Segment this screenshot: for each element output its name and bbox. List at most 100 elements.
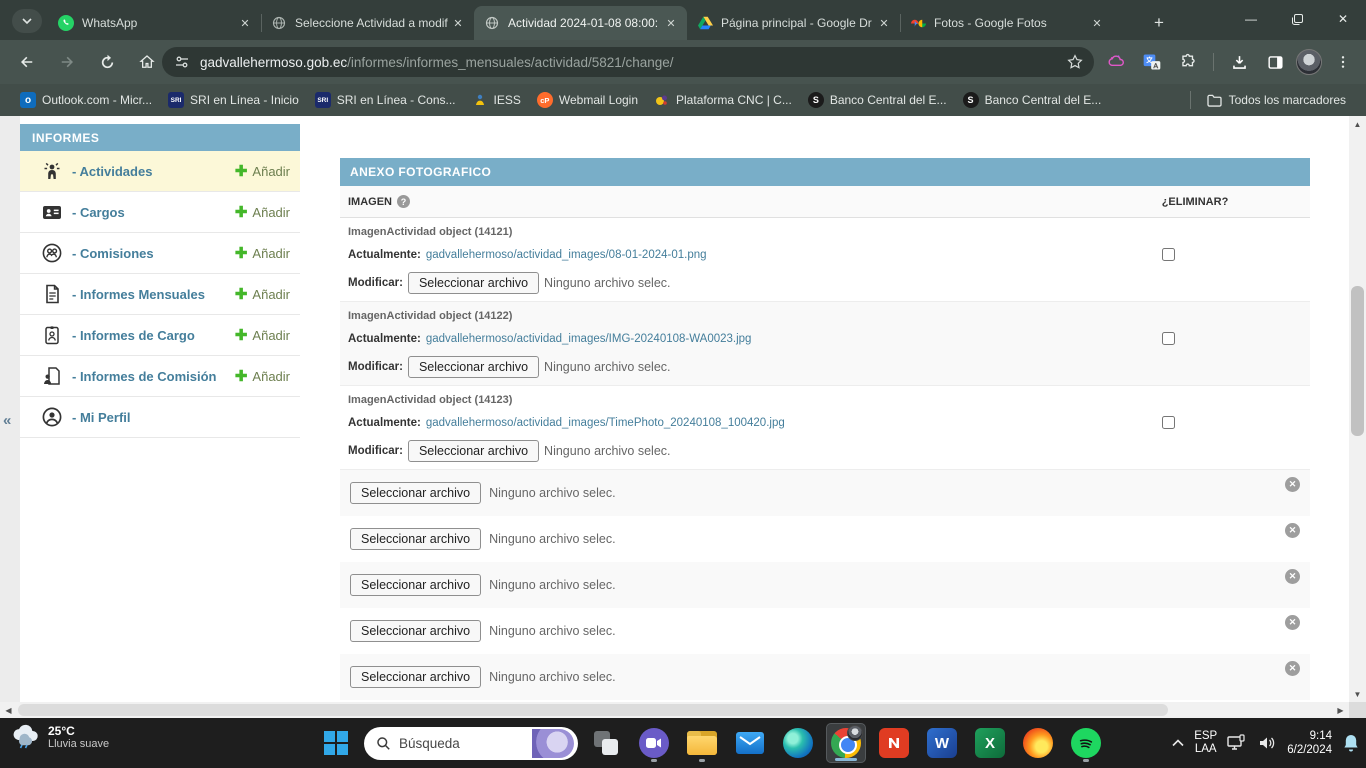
window-minimize-button[interactable]: —	[1228, 0, 1274, 38]
tray-chevron-up[interactable]	[1172, 739, 1184, 747]
seleccionar-archivo-button[interactable]: Seleccionar archivo	[408, 440, 539, 462]
tab-seleccione-actividad[interactable]: Seleccione Actividad a modif ✕	[261, 6, 474, 40]
home-button[interactable]	[132, 47, 162, 77]
window-close-button[interactable]: ✕	[1320, 0, 1366, 38]
delete-checkbox[interactable]	[1162, 332, 1175, 345]
tab-search-button[interactable]	[12, 9, 42, 33]
window-maximize-button[interactable]	[1274, 0, 1320, 38]
sidebar-item-informes-mensuales[interactable]: - Informes Mensuales ✚Añadir	[20, 274, 300, 315]
add-informe-cargo-link[interactable]: ✚Añadir	[235, 326, 290, 344]
downloads-button[interactable]	[1224, 47, 1254, 77]
remove-row-icon[interactable]: ✕	[1285, 615, 1300, 630]
notification-bell-icon[interactable]	[1342, 733, 1360, 753]
pdf-app-button[interactable]	[874, 723, 914, 763]
horizontal-scroll-thumb[interactable]	[18, 704, 1168, 716]
add-comision-link[interactable]: ✚Añadir	[235, 244, 290, 262]
bookmark-sri-inicio[interactable]: SRISRI en Línea - Inicio	[160, 88, 307, 112]
seleccionar-archivo-button[interactable]: Seleccionar archivo	[350, 482, 481, 504]
scroll-left-arrow[interactable]: ◀	[0, 702, 17, 718]
bookmark-banco-central-1[interactable]: SBanco Central del E...	[800, 88, 955, 112]
spotify-app-button[interactable]	[1066, 723, 1106, 763]
language-indicator[interactable]: ESPLAA	[1194, 730, 1217, 756]
seleccionar-archivo-button[interactable]: Seleccionar archivo	[408, 272, 539, 294]
vertical-scrollbar[interactable]: ▲ ▼	[1349, 116, 1366, 702]
current-file-link[interactable]: gadvallehermoso/actividad_images/08-01-2…	[426, 249, 707, 261]
seleccionar-archivo-button[interactable]: Seleccionar archivo	[350, 528, 481, 550]
remove-row-icon[interactable]: ✕	[1285, 477, 1300, 492]
remove-row-icon[interactable]: ✕	[1285, 523, 1300, 538]
sidebar-item-informes-de-cargo[interactable]: - Informes de Cargo ✚Añadir	[20, 315, 300, 356]
scroll-up-arrow[interactable]: ▲	[1349, 116, 1366, 132]
address-bar[interactable]: gadvallehermoso.gob.ec/informes/informes…	[162, 47, 1094, 77]
horizontal-scrollbar[interactable]: ◀ ▶	[0, 702, 1349, 718]
all-bookmarks-button[interactable]: Todos los marcadores	[1199, 88, 1354, 112]
bookmark-banco-central-2[interactable]: SBanco Central del E...	[955, 88, 1110, 112]
current-file-link[interactable]: gadvallehermoso/actividad_images/IMG-202…	[426, 333, 752, 345]
tab-actividad-active[interactable]: Actividad 2024-01-08 08:00: ✕	[474, 6, 687, 40]
edge-browser-button[interactable]	[778, 723, 818, 763]
seleccionar-archivo-button[interactable]: Seleccionar archivo	[350, 574, 481, 596]
forward-button[interactable]	[52, 47, 82, 77]
add-cargo-link[interactable]: ✚Añadir	[235, 203, 290, 221]
bookmark-star-icon[interactable]	[1066, 53, 1084, 71]
seleccionar-archivo-button[interactable]: Seleccionar archivo	[350, 620, 481, 642]
bookmark-iess[interactable]: IESS	[464, 88, 529, 112]
network-icon[interactable]	[1227, 734, 1247, 752]
tab-close-icon[interactable]: ✕	[450, 15, 466, 31]
seleccionar-archivo-button[interactable]: Seleccionar archivo	[350, 666, 481, 688]
tab-close-icon[interactable]: ✕	[876, 15, 892, 31]
excel-app-button[interactable]: X	[970, 723, 1010, 763]
extension-cloud-icon[interactable]	[1101, 47, 1131, 77]
tab-whatsapp[interactable]: WhatsApp ✕	[48, 6, 261, 40]
tab-close-icon[interactable]: ✕	[663, 15, 679, 31]
bookmark-outlook[interactable]: oOutlook.com - Micr...	[12, 88, 160, 112]
delete-checkbox[interactable]	[1162, 248, 1175, 261]
bookmark-webmail[interactable]: cPWebmail Login	[529, 88, 646, 112]
menu-kebab-icon[interactable]	[1328, 47, 1358, 77]
side-panel-button[interactable]	[1260, 47, 1290, 77]
sidebar-item-actividades[interactable]: - Actividades ✚Añadir	[20, 151, 300, 192]
add-informe-comision-link[interactable]: ✚Añadir	[235, 367, 290, 385]
sidebar-item-cargos[interactable]: - Cargos ✚Añadir	[20, 192, 300, 233]
tab-close-icon[interactable]: ✕	[237, 15, 253, 31]
firefox-browser-button[interactable]	[1018, 723, 1058, 763]
clock-widget[interactable]: 9:146/2/2024	[1287, 729, 1332, 757]
remove-row-icon[interactable]: ✕	[1285, 569, 1300, 584]
profile-avatar[interactable]	[1296, 49, 1322, 75]
weather-widget[interactable]: 25°CLluvia suave	[10, 724, 109, 750]
sidebar-collapse-toggle[interactable]: «	[3, 412, 11, 429]
site-settings-icon[interactable]	[174, 54, 190, 70]
sidebar-item-informes-de-comision[interactable]: - Informes de Comisión ✚Añadir	[20, 356, 300, 397]
add-informe-mensual-link[interactable]: ✚Añadir	[235, 285, 290, 303]
file-explorer-button[interactable]	[682, 723, 722, 763]
scroll-right-arrow[interactable]: ▶	[1332, 702, 1349, 718]
sidebar-item-mi-perfil[interactable]: - Mi Perfil	[20, 397, 300, 438]
help-icon[interactable]: ?	[397, 195, 410, 208]
tab-google-fotos[interactable]: Fotos - Google Fotos ✕	[900, 6, 1113, 40]
sidebar-item-comisiones[interactable]: - Comisiones ✚Añadir	[20, 233, 300, 274]
add-actividad-link[interactable]: ✚Añadir	[235, 162, 290, 180]
bookmark-sri-consultas[interactable]: SRISRI en Línea - Cons...	[307, 88, 464, 112]
tab-close-icon[interactable]: ✕	[1089, 15, 1105, 31]
scroll-down-arrow[interactable]: ▼	[1349, 686, 1366, 702]
word-app-button[interactable]: W	[922, 723, 962, 763]
delete-checkbox[interactable]	[1162, 416, 1175, 429]
vertical-scroll-thumb[interactable]	[1351, 286, 1364, 436]
back-button[interactable]	[12, 47, 42, 77]
chat-app-button[interactable]	[634, 723, 674, 763]
extensions-puzzle-icon[interactable]	[1173, 47, 1203, 77]
start-button[interactable]	[316, 723, 356, 763]
volume-icon[interactable]	[1257, 734, 1277, 752]
translate-icon[interactable]	[1137, 47, 1167, 77]
tab-google-drive[interactable]: Página principal - Google Dr ✕	[687, 6, 900, 40]
mail-app-button[interactable]	[730, 723, 770, 763]
taskbar-search-box[interactable]: Búsqueda	[364, 727, 578, 760]
chrome-browser-button[interactable]	[826, 723, 866, 763]
remove-row-icon[interactable]: ✕	[1285, 661, 1300, 676]
bookmark-cnc[interactable]: Plataforma CNC | C...	[646, 88, 800, 112]
new-tab-button[interactable]: +	[1146, 10, 1172, 36]
task-view-button[interactable]	[586, 723, 626, 763]
current-file-link[interactable]: gadvallehermoso/actividad_images/TimePho…	[426, 417, 785, 429]
seleccionar-archivo-button[interactable]: Seleccionar archivo	[408, 356, 539, 378]
reload-button[interactable]	[92, 47, 122, 77]
